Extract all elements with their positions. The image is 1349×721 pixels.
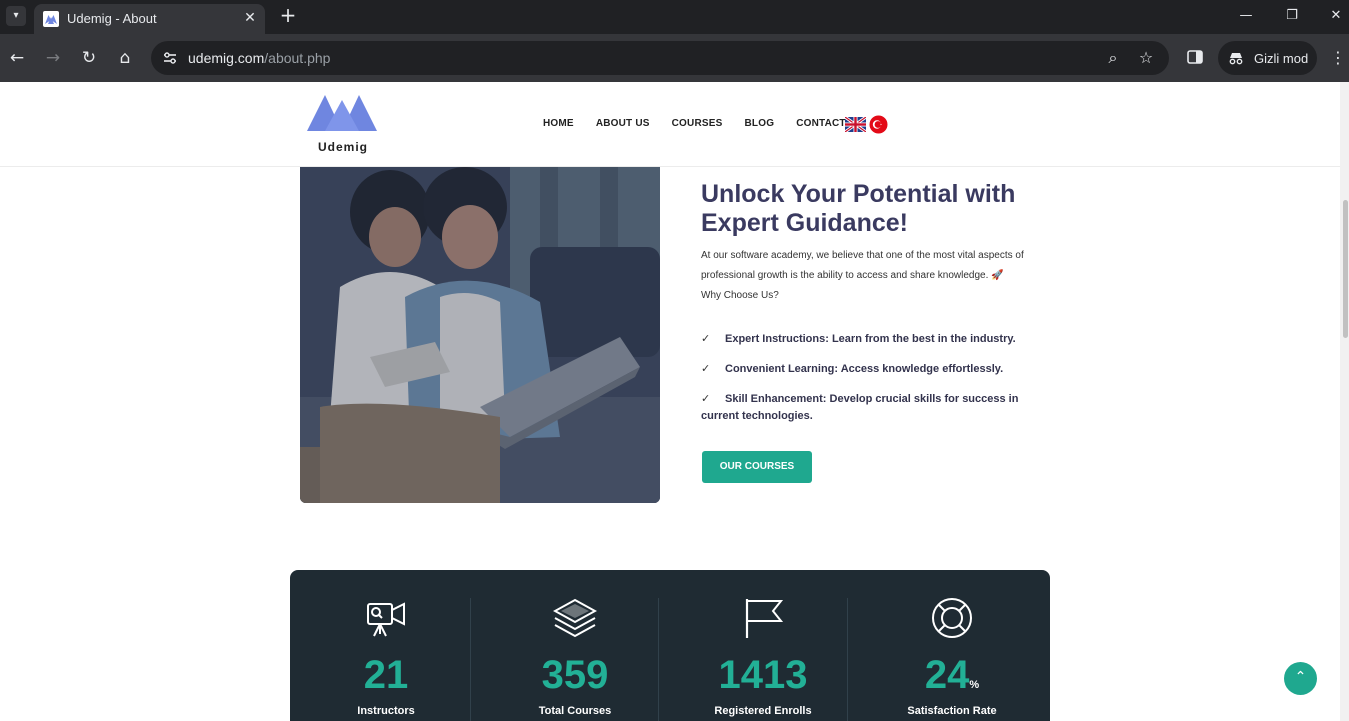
minimize-icon[interactable]: —: [1236, 6, 1256, 26]
incognito-badge[interactable]: Gizli mod: [1218, 41, 1317, 75]
logo-text: Udemig: [318, 140, 369, 154]
page-scrollbar[interactable]: [1340, 82, 1349, 721]
nav-blog[interactable]: BLOG: [745, 118, 775, 129]
forward-icon[interactable]: →: [42, 47, 64, 69]
main-nav: HOME ABOUT US COURSES BLOG CONTACT: [543, 118, 868, 129]
home-icon[interactable]: ⌂: [114, 47, 136, 69]
check-icon: ✓: [701, 392, 711, 405]
site-info-icon[interactable]: [161, 49, 179, 67]
nav-about-us[interactable]: ABOUT US: [596, 118, 650, 129]
hero-title: Unlock Your Potential with Expert Guidan…: [701, 180, 1016, 237]
close-window-icon[interactable]: ✕: [1326, 6, 1346, 26]
check-icon: ✓: [701, 332, 711, 345]
side-panel-icon[interactable]: [1186, 48, 1204, 66]
tab-search-button[interactable]: ▾: [6, 6, 26, 26]
stat-value: 24%: [924, 653, 980, 697]
stats-panel: 21 Instructors 359 Total Courses 1413 Re…: [290, 570, 1050, 721]
scroll-to-top-button[interactable]: ⌃: [1284, 662, 1317, 695]
flag-icon: [745, 599, 784, 638]
browser-menu-icon[interactable]: ⋮: [1328, 48, 1348, 68]
stat-instructors: 21 Instructors: [292, 570, 480, 721]
stat-label: Total Courses: [538, 705, 612, 717]
new-tab-button[interactable]: +: [278, 5, 298, 25]
page-viewport: Udemig HOME ABOUT US COURSES BLOG CONTAC…: [0, 82, 1349, 721]
stat-registered-enrolls: 1413 Registered Enrolls: [669, 570, 857, 721]
back-icon[interactable]: ←: [6, 47, 28, 69]
stat-total-courses: 359 Total Courses: [481, 570, 669, 721]
rocket-icon: 🚀: [991, 270, 1004, 281]
feature-item: ✓ Skill Enhancement: Develop crucial skil…: [701, 392, 1019, 422]
nav-home[interactable]: HOME: [543, 118, 574, 129]
stat-label: Registered Enrolls: [714, 705, 812, 717]
close-tab-icon[interactable]: ✕: [241, 9, 259, 27]
favicon-icon: [43, 11, 59, 27]
why-choose-us: Why Choose Us?: [701, 290, 779, 301]
video-camera-icon: [367, 602, 405, 637]
stat-label: Satisfaction Rate: [907, 705, 997, 717]
check-icon: ✓: [701, 362, 711, 375]
stat-value: 359: [541, 653, 609, 697]
browser-tab-bar: ▾ Udemig - About ✕ + — ❐ ✕: [0, 0, 1349, 34]
address-bar[interactable]: udemig.com/about.php ⌕ ☆: [151, 41, 1169, 75]
feature-item: ✓ Convenient Learning: Access knowledge e…: [701, 362, 1004, 375]
nav-courses[interactable]: COURSES: [672, 118, 723, 129]
reload-icon[interactable]: ↻: [78, 47, 100, 69]
browser-tab-active[interactable]: Udemig - About ✕: [34, 4, 265, 34]
nav-contact[interactable]: CONTACT: [796, 118, 846, 129]
tab-title: Udemig - About: [67, 11, 157, 26]
browser-toolbar: ← → ↻ ⌂ udemig.com/about.php ⌕ ☆ Gizli m…: [0, 34, 1349, 82]
hero-intro: At our software academy, we believe that…: [701, 250, 1024, 301]
restore-icon[interactable]: ❐: [1282, 6, 1302, 26]
stat-label: Instructors: [357, 705, 415, 717]
stat-satisfaction-rate: 24% Satisfaction Rate: [858, 570, 1046, 721]
lifebuoy-icon: [932, 598, 972, 638]
url-text: udemig.com/about.php: [188, 50, 331, 66]
turkey-flag-icon[interactable]: [869, 115, 888, 134]
our-courses-button[interactable]: OUR COURSES: [702, 451, 812, 483]
incognito-icon: [1229, 53, 1243, 65]
stat-value: 21: [363, 653, 409, 697]
bookmark-star-icon[interactable]: ☆: [1136, 48, 1156, 68]
zoom-icon[interactable]: ⌕: [1103, 48, 1123, 68]
scrollbar-thumb[interactable]: [1343, 200, 1348, 338]
students-photo: [300, 167, 660, 503]
feature-item: ✓ Expert Instructions: Learn from the bes…: [701, 332, 1016, 345]
site-header: Udemig HOME ABOUT US COURSES BLOG CONTAC…: [0, 82, 1340, 167]
stat-value: 1413: [718, 653, 808, 697]
layers-icon: [553, 598, 597, 638]
uk-flag-icon[interactable]: [845, 117, 866, 132]
